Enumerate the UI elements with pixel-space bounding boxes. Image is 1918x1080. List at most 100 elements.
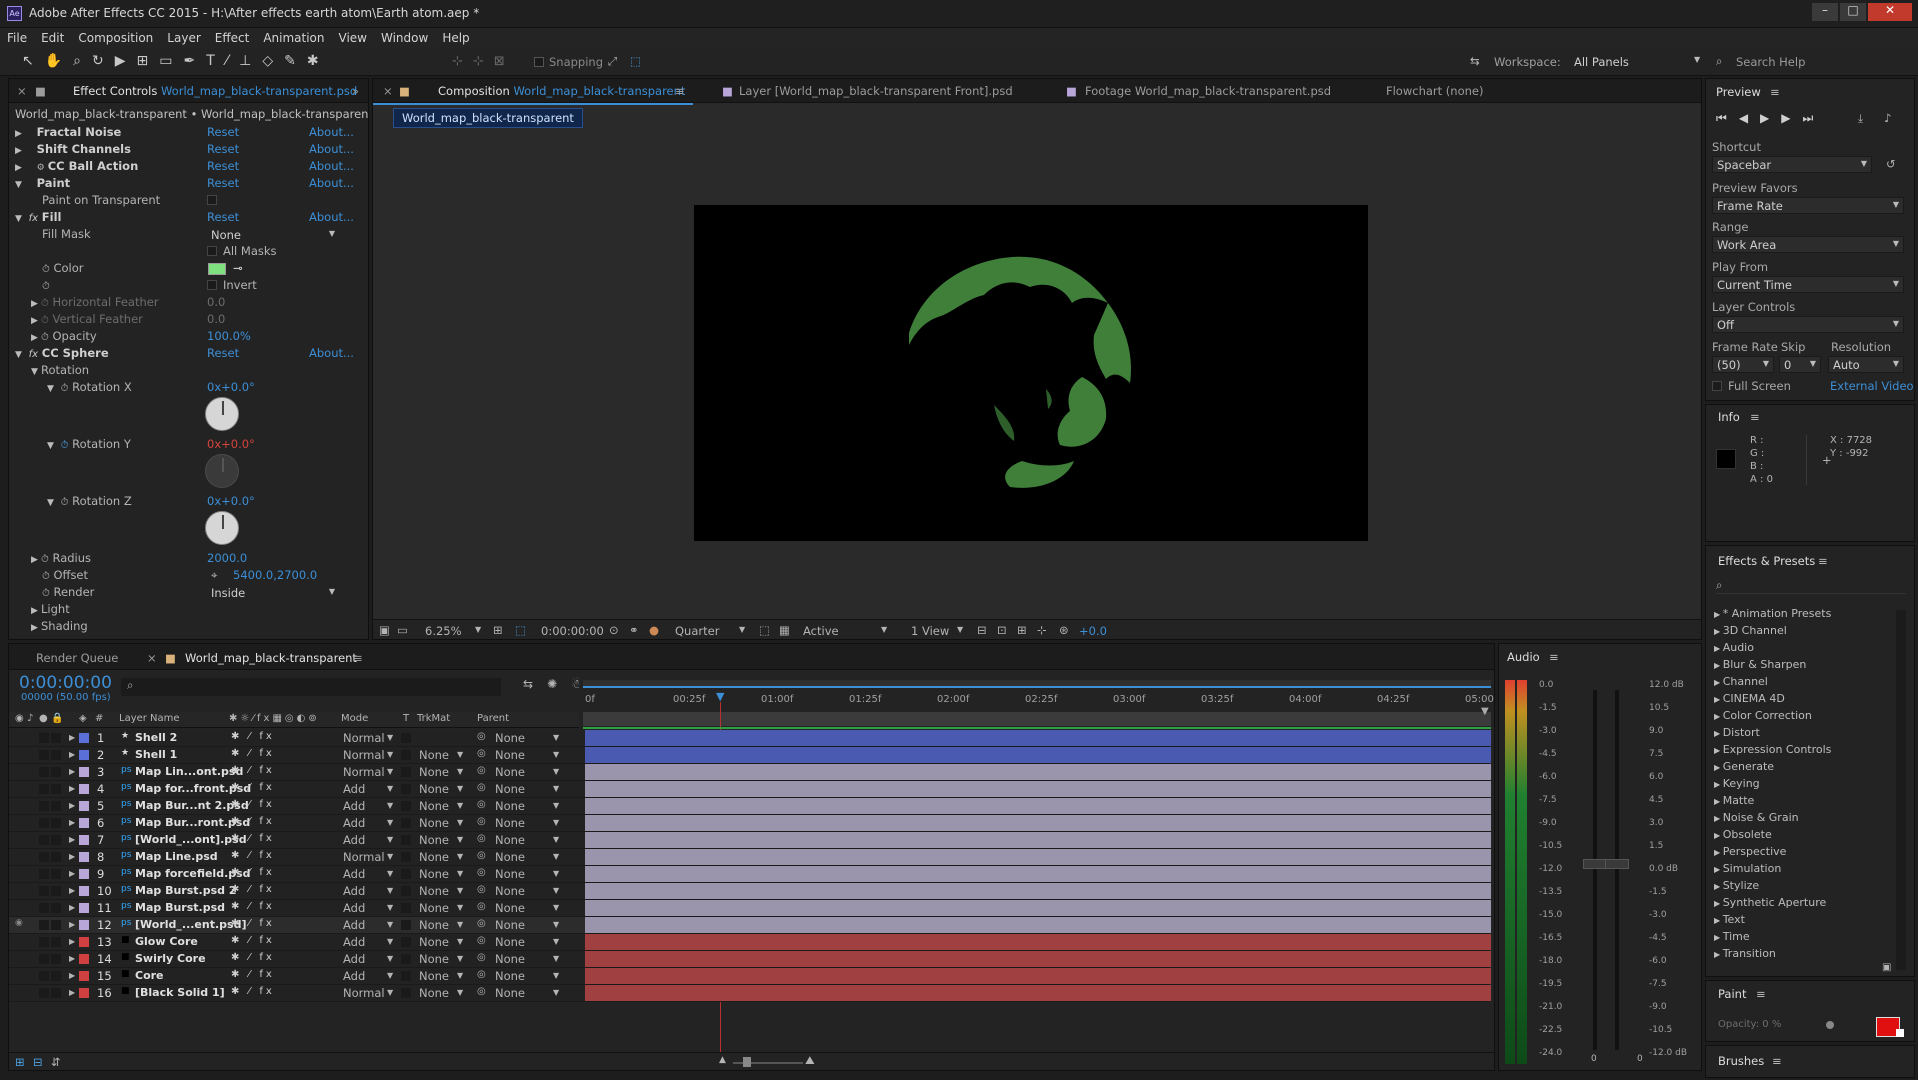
expand-triangle-icon[interactable]: ▶ xyxy=(1714,865,1723,874)
effects-category-item[interactable]: ▶ Perspective xyxy=(1714,845,1786,858)
layer-switches[interactable]: ✱ ⁄ fx xyxy=(231,731,275,742)
preserve-transparency-toggle[interactable] xyxy=(401,971,411,981)
trkmat-dropdown[interactable]: None xyxy=(419,969,459,983)
reset-link[interactable]: Reset xyxy=(207,125,239,139)
solo-toggle[interactable] xyxy=(39,835,49,845)
solo-toggle[interactable] xyxy=(39,971,49,981)
preserve-transparency-toggle[interactable] xyxy=(401,733,411,743)
layer-duration-bar[interactable] xyxy=(585,747,1491,763)
effects-category-item[interactable]: ▶ Expression Controls xyxy=(1714,743,1831,756)
mode-arrow-icon[interactable]: ▼ xyxy=(387,988,393,997)
param-value[interactable]: 0.0 xyxy=(207,295,225,309)
trkmat-arrow-icon[interactable]: ▼ xyxy=(457,988,463,997)
expand-triangle-icon[interactable]: ▶ xyxy=(69,988,75,997)
collapse-triangle-icon[interactable]: ▼ xyxy=(31,367,41,377)
menu-file[interactable]: File xyxy=(0,28,34,45)
parent-arrow-icon[interactable]: ▼ xyxy=(553,971,559,980)
zoom-in-icon[interactable]: ⛰ xyxy=(805,1053,815,1068)
transparency-grid-icon[interactable]: ▦ xyxy=(779,623,790,637)
trkmat-arrow-icon[interactable]: ▼ xyxy=(457,971,463,980)
table-row[interactable]: ▶ 6 ps Map Bur...ront.psd ✱ ⁄ fx Add ▼ None ▼ ◎ No… xyxy=(9,815,1491,832)
collapse-triangle-icon[interactable]: ▼ xyxy=(47,384,57,394)
fx-icon[interactable]: fx xyxy=(29,349,38,360)
table-row[interactable]: ▶ 14 ■ Swirly Core ✱ ⁄ fx Add ▼ None ▼ ◎ None ▼ xyxy=(9,951,1491,968)
layer-switches[interactable]: ✱ ⁄ fx xyxy=(231,986,275,997)
collapse-triangle-icon[interactable]: ▼ xyxy=(15,214,25,224)
label-color[interactable] xyxy=(79,733,89,743)
solo-toggle[interactable] xyxy=(39,750,49,760)
solo-toggle[interactable] xyxy=(39,954,49,964)
effects-category-item[interactable]: ▶ Transition xyxy=(1714,947,1776,960)
about-link[interactable]: About... xyxy=(309,159,354,173)
table-row[interactable]: ▶ 11 ps Map Burst.psd ✱ ⁄ fx Add ▼ None ▼ ◎ None ▼ xyxy=(9,900,1491,917)
effects-category-item[interactable]: ▶ Channel xyxy=(1714,675,1768,688)
param-value[interactable]: 0x+0.0° xyxy=(207,380,255,394)
comp-navigator-icon[interactable]: ▼ xyxy=(1481,706,1489,717)
label-color[interactable] xyxy=(79,903,89,913)
fx-icon[interactable]: fx xyxy=(29,213,38,224)
expand-triangle-icon[interactable]: ▶ xyxy=(1714,644,1723,653)
time-ruler[interactable]: 0f 00:25f 01:00f 01:25f 02:00f 02:25f 03:00f 03… xyxy=(579,680,1494,728)
new-bin-icon[interactable]: ▣ xyxy=(1882,962,1891,973)
mode-arrow-icon[interactable]: ▼ xyxy=(387,869,393,878)
label-color[interactable] xyxy=(79,852,89,862)
parent-dropdown[interactable]: None xyxy=(495,833,555,847)
mode-arrow-icon[interactable]: ▼ xyxy=(387,954,393,963)
mute-icon[interactable]: ♪ xyxy=(1884,111,1891,125)
zoom-tool-icon[interactable]: ⌕ xyxy=(73,53,92,69)
eyedropper-icon[interactable]: ⊸ xyxy=(233,261,243,275)
effects-category-item[interactable]: ▶ Text xyxy=(1714,913,1745,926)
solo-toggle[interactable] xyxy=(39,937,49,947)
visibility-toggle-icon[interactable]: ◉ xyxy=(15,918,23,928)
layer-switches[interactable]: ✱ ⁄ fx xyxy=(231,782,275,793)
table-row[interactable]: ▶ 2 ★ Shell 1 ✱ ⁄ fx Normal ▼ None ▼ ◎ None ▼ xyxy=(9,747,1491,764)
mode-dropdown[interactable]: Add xyxy=(343,969,393,983)
mode-dropdown[interactable]: Add xyxy=(343,782,393,796)
trkmat-dropdown[interactable]: None xyxy=(419,901,459,915)
menu-view[interactable]: View xyxy=(332,28,374,45)
layer-duration-bar[interactable] xyxy=(585,917,1491,933)
mode-arrow-icon[interactable]: ▼ xyxy=(387,920,393,929)
resolution-dropdown[interactable]: Quarter xyxy=(675,624,735,638)
solo-toggle[interactable] xyxy=(39,818,49,828)
parent-arrow-icon[interactable]: ▼ xyxy=(553,767,559,776)
effects-category-item[interactable]: ▶ Time xyxy=(1714,930,1750,943)
table-row[interactable]: ▶ 16 ■ [Black Solid 1] ✱ ⁄ fx Normal ▼ None ▼ ◎ No… xyxy=(9,985,1491,1002)
camera-arrow-icon[interactable]: ▼ xyxy=(881,625,887,634)
trkmat-dropdown[interactable]: None xyxy=(419,799,459,813)
in-out-icon[interactable]: ⇵ xyxy=(51,1055,61,1069)
expand-triangle-icon[interactable]: ▶ xyxy=(1714,831,1723,840)
effects-category-item[interactable]: ▶ Distort xyxy=(1714,726,1760,739)
expand-triangle-icon[interactable]: ▶ xyxy=(69,733,75,742)
collapse-triangle-icon[interactable]: ▼ xyxy=(47,441,57,451)
trkmat-arrow-icon[interactable]: ▼ xyxy=(457,886,463,895)
effects-category-item[interactable]: ▶ Obsolete xyxy=(1714,828,1772,841)
parent-dropdown[interactable]: None xyxy=(495,799,555,813)
layer-duration-bar[interactable] xyxy=(585,968,1491,984)
trkmat-dropdown[interactable]: None xyxy=(419,935,459,949)
parent-arrow-icon[interactable]: ▼ xyxy=(553,818,559,827)
stopwatch-icon[interactable]: ⏱ xyxy=(42,281,50,292)
parent-dropdown[interactable]: None xyxy=(495,816,555,830)
effects-search-icon[interactable]: ⌕ xyxy=(1716,578,1906,594)
parent-pickwhip-icon[interactable]: ◎ xyxy=(477,918,486,929)
mode-arrow-icon[interactable]: ▼ xyxy=(387,852,393,861)
parent-arrow-icon[interactable]: ▼ xyxy=(553,852,559,861)
layer-name[interactable]: [World_...ont].psd xyxy=(135,833,247,846)
about-link[interactable]: About... xyxy=(309,125,354,139)
parent-pickwhip-icon[interactable]: ◎ xyxy=(477,731,486,742)
label-color[interactable] xyxy=(79,835,89,845)
zoom-out-icon[interactable]: ▲ xyxy=(719,1055,726,1065)
param-value[interactable]: 0x+0.0° xyxy=(207,437,255,451)
layer-duration-bar[interactable] xyxy=(585,815,1491,831)
transfer-controls-icon[interactable]: ⊟ xyxy=(33,1055,43,1069)
parent-dropdown[interactable]: None xyxy=(495,901,555,915)
info-menu-icon[interactable]: ≡ xyxy=(1750,410,1760,424)
zoom-slider-knob[interactable] xyxy=(743,1057,751,1067)
snap-features-icon[interactable]: ⬚ xyxy=(630,54,641,68)
expand-triangle-icon[interactable]: ▶ xyxy=(1714,763,1723,772)
lock-toggle[interactable] xyxy=(51,988,61,998)
fill-mask-dropdown[interactable]: None xyxy=(207,227,339,244)
composition-close-icon[interactable]: × xyxy=(383,79,393,103)
eraser-tool-icon[interactable]: ◇ xyxy=(262,53,284,69)
